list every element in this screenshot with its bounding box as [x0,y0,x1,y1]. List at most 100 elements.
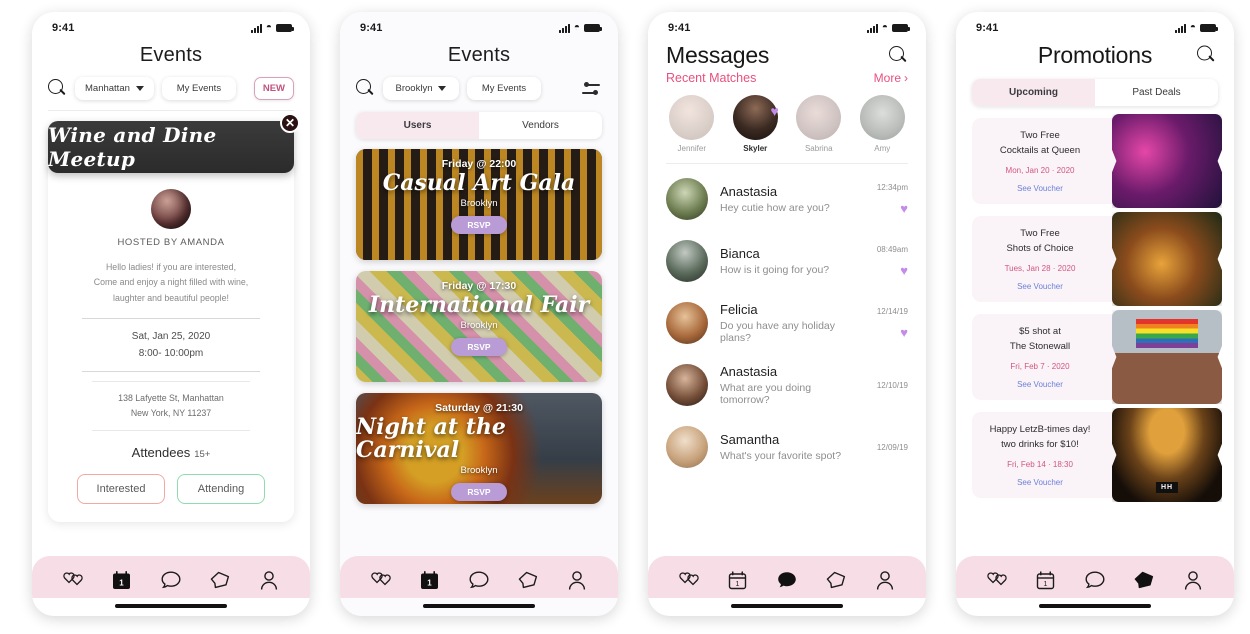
nav-hearts-icon[interactable] [984,568,1010,592]
see-voucher-link[interactable]: See Voucher [1017,478,1063,487]
attendees-row: Attendees 15+ [66,445,276,460]
see-voucher-link[interactable]: See Voucher [1017,184,1063,193]
search-icon[interactable] [1197,45,1216,64]
events-filter-row: Manhattan My Events NEW [32,71,310,110]
nav-messages-icon[interactable] [158,568,184,592]
nav-calendar-icon[interactable]: 1 [1033,568,1059,592]
interested-button[interactable]: Interested [77,474,165,505]
promotion-title-line-1: Happy LetzB-times day! [989,423,1091,435]
promotion-image [1112,212,1222,306]
nav-profile-icon[interactable] [564,568,590,592]
page-title: Messages [666,42,770,68]
promotion-title-line-1: Two Free [1020,227,1060,239]
message-thread-row[interactable]: Anastasia Hey cutie how are you? 12:34pm… [666,168,908,230]
tab-upcoming[interactable]: Upcoming [972,79,1095,106]
match-item[interactable]: Amy [855,95,909,153]
rsvp-button[interactable]: RSVP [451,483,507,502]
new-badge[interactable]: NEW [253,77,294,100]
nav-messages-icon[interactable] [466,568,492,592]
promotion-card[interactable]: $5 shot at The Stonewall Fri, Feb 7 · 20… [972,310,1222,404]
match-name: Skyler [743,144,768,153]
match-item[interactable]: Jennifer [665,95,719,153]
message-thread-row[interactable]: Anastasia What are you doing tomorrow? 1… [666,354,908,416]
avatar [796,95,842,140]
nav-profile-icon[interactable] [256,568,282,592]
my-events-filter[interactable]: My Events [467,77,541,100]
nav-messages-icon[interactable] [1082,568,1108,592]
nav-hearts-icon[interactable] [368,568,394,592]
match-item[interactable]: ♥ Skyler [728,95,782,153]
rsvp-button[interactable]: RSVP [451,216,507,235]
screen-events-detail: 9:41 ◓ Events Manhattan My Events NEW Wi… [32,12,310,616]
promotion-card[interactable]: Happy LetzB-times day! two drinks for $1… [972,408,1222,502]
tab-past-deals[interactable]: Past Deals [1095,79,1218,106]
nav-calendar-icon[interactable]: 1 [109,568,135,592]
search-icon[interactable] [356,79,375,98]
nav-tickets-icon[interactable] [1131,568,1157,592]
event-card-list: Friday @ 22:00 Casual Art Gala Brooklyn … [340,149,618,504]
tab-vendors[interactable]: Vendors [479,112,602,139]
home-indicator [115,604,227,608]
nav-messages-icon[interactable] [774,568,800,592]
promotion-title-line-2: Cocktails at Queen [999,144,1081,156]
nav-profile-icon[interactable] [872,568,898,592]
location-filter-label: Manhattan [85,83,130,94]
thread-preview: What's your favorite spot? [720,450,842,462]
message-thread-row[interactable]: Felicia Do you have any holiday plans? 1… [666,292,908,354]
promotion-card[interactable]: Two Free Shots of Choice Tues, Jan 28 · … [972,212,1222,306]
event-card[interactable]: Friday @ 22:00 Casual Art Gala Brooklyn … [356,149,602,260]
nav-tickets-icon[interactable] [515,568,541,592]
divider [92,381,250,383]
nav-tickets-icon[interactable] [823,568,849,592]
promotion-title: Happy LetzB-times day! two drinks for $1… [990,423,1091,452]
status-time: 9:41 [976,22,999,34]
event-card-name: International Fair [368,292,590,318]
tab-users[interactable]: Users [356,112,479,139]
bottom-nav-wrap: 1 [32,556,310,616]
event-card-when: Saturday @ 21:30 [435,402,523,414]
event-address: 138 Lafyette St, Manhattan New York, NY … [66,391,276,421]
match-item[interactable]: Sabrina [792,95,846,153]
avatar [666,178,708,220]
attending-button[interactable]: Attending [177,474,265,505]
event-datetime: Sat, Jan 25, 2020 8:00- 10:00pm [66,328,276,362]
home-indicator [1039,604,1151,608]
more-matches-link[interactable]: More › [874,71,908,85]
see-voucher-link[interactable]: See Voucher [1017,380,1063,389]
rsvp-button[interactable]: RSVP [451,338,507,357]
nav-profile-icon[interactable] [1180,568,1206,592]
promotions-header: Promotions [956,38,1234,71]
nav-calendar-icon[interactable]: 1 [725,568,751,592]
nav-hearts-icon[interactable] [60,568,86,592]
recent-matches-list: Jennifer ♥ Skyler Sabrina Amy [648,87,926,157]
thread-name: Felicia [720,302,758,317]
filter-sliders-icon[interactable] [582,81,602,97]
location-filter[interactable]: Manhattan [75,77,154,100]
user-vendor-tabs: Users Vendors [356,112,602,139]
divider [82,318,260,320]
nav-tickets-icon[interactable] [207,568,233,592]
location-filter[interactable]: Brooklyn [383,77,459,100]
event-banner-title: Wine and Dine Meetup [48,123,217,171]
search-icon[interactable] [48,79,67,98]
nav-hearts-icon[interactable] [676,568,702,592]
phone-events-list: 9:41 ◓ Events Brooklyn My Events Users V… [340,12,618,616]
promotion-card[interactable]: Two Free Cocktails at Queen Mon, Jan 20 … [972,114,1222,208]
my-events-filter[interactable]: My Events [161,77,236,100]
event-card-location: Brooklyn [460,465,498,477]
close-icon[interactable]: ✕ [280,113,300,133]
see-voucher-link[interactable]: See Voucher [1017,282,1063,291]
event-address-line-1: 138 Lafyette St, Manhattan [118,393,224,404]
event-card[interactable]: Saturday @ 21:30 Night at the Carnival B… [356,393,602,504]
thread-time: 08:49am [876,244,908,254]
chevron-down-icon [135,86,144,91]
event-card[interactable]: Friday @ 17:30 International Fair Brookl… [356,271,602,382]
message-thread-row[interactable]: Samantha What's your favorite spot? 12/0… [666,416,908,478]
svg-text:1: 1 [1044,581,1048,588]
nav-calendar-icon[interactable]: 1 [417,568,443,592]
thread-name: Anastasia [720,184,778,199]
message-thread-row[interactable]: Bianca How is it going for you? 08:49am … [666,230,908,292]
battery-icon [584,24,602,32]
search-icon[interactable] [889,46,908,65]
thread-preview: Hey cutie how are you? [720,202,830,214]
